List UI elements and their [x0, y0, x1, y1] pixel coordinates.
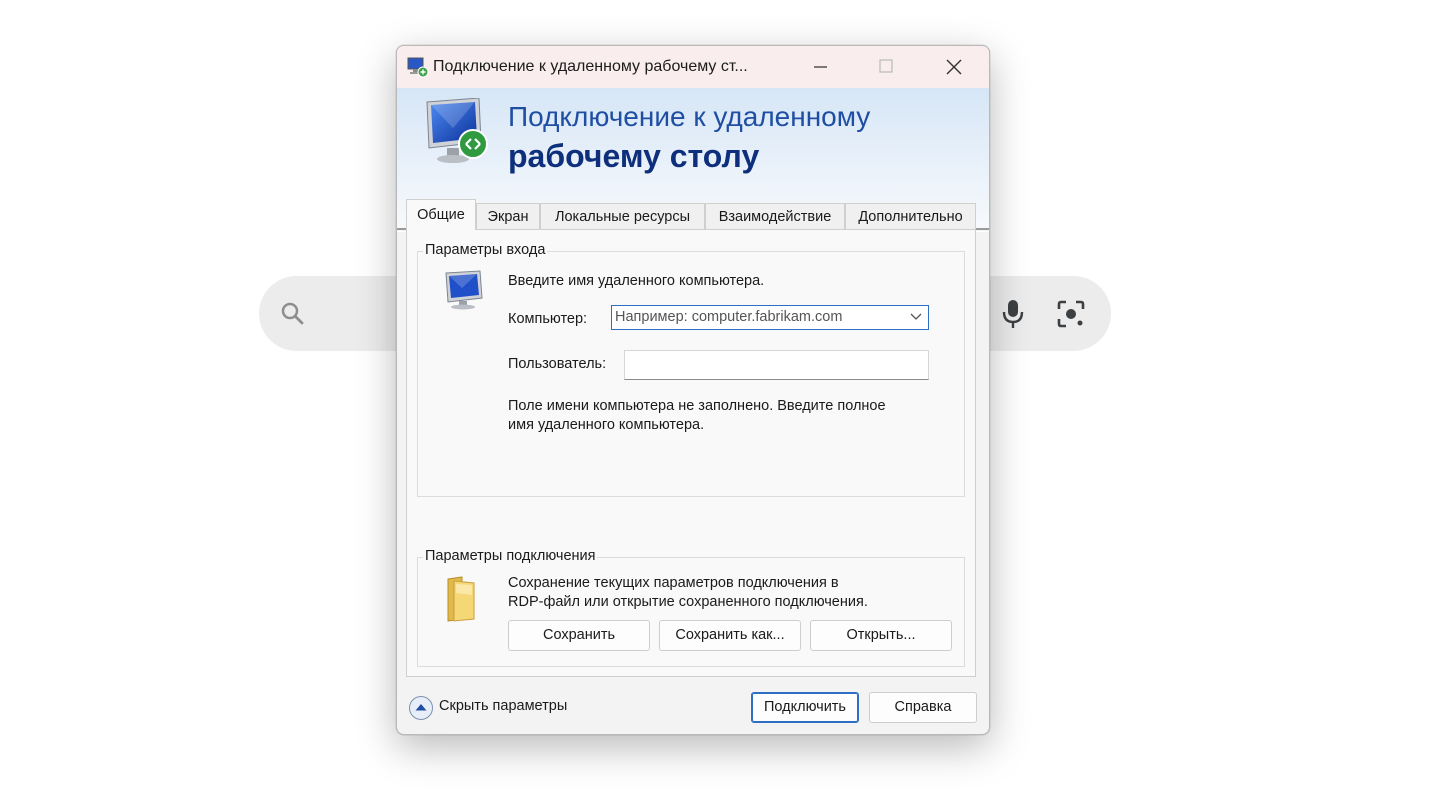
tab-experience[interactable]: Взаимодействие — [705, 203, 845, 229]
tab-display[interactable]: Экран — [476, 203, 540, 229]
chevron-down-icon[interactable] — [910, 313, 922, 321]
tab-general[interactable]: Общие — [406, 199, 476, 230]
camera-lens-icon[interactable] — [1056, 299, 1086, 329]
tab-advanced[interactable]: Дополнительно — [845, 203, 976, 229]
hint-line2: имя удаленного компьютера. — [508, 417, 705, 433]
user-field[interactable] — [624, 350, 929, 380]
user-label: Пользователь: — [508, 356, 607, 372]
collapse-options-icon[interactable] — [408, 695, 434, 721]
save-button[interactable]: Сохранить — [508, 620, 650, 651]
tab-panel-general: Параметры входа Введите имя удаленного к… — [406, 229, 976, 677]
tab-local-resources[interactable]: Локальные ресурсы — [540, 203, 705, 229]
help-button[interactable]: Справка — [869, 692, 977, 723]
remote-desktop-icon — [407, 57, 429, 78]
banner-title-line1: Подключение к удаленному — [508, 101, 871, 132]
title-bar[interactable]: Подключение к удаленному рабочему ст... — [397, 46, 989, 88]
connection-group-title: Параметры подключения — [423, 548, 598, 564]
remote-desktop-monitor-icon — [426, 98, 488, 163]
open-button[interactable]: Открыть... — [810, 620, 952, 651]
computer-combobox[interactable]: Например: computer.fabrikam.com — [611, 305, 929, 330]
close-icon[interactable] — [931, 46, 977, 88]
hide-options-link[interactable]: Скрыть параметры — [439, 698, 567, 714]
login-group-title: Параметры входа — [423, 242, 548, 258]
connection-desc-line1: Сохранение текущих параметров подключени… — [508, 575, 839, 591]
maximize-icon — [879, 59, 893, 73]
banner-title-line2: рабочему столу — [508, 138, 760, 174]
computer-label: Компьютер: — [508, 311, 588, 327]
login-settings-group: Параметры входа Введите имя удаленного к… — [417, 242, 965, 497]
login-prompt: Введите имя удаленного компьютера. — [508, 273, 765, 289]
minimize-icon[interactable] — [797, 46, 843, 88]
connect-button[interactable]: Подключить — [751, 692, 859, 723]
folder-icon — [447, 576, 475, 622]
computer-input[interactable]: Например: computer.fabrikam.com — [615, 309, 842, 325]
hint-line1: Поле имени компьютера не заполнено. Введ… — [508, 398, 886, 414]
save-as-button[interactable]: Сохранить как... — [659, 620, 801, 651]
connection-desc-line2: RDP-файл или открытие сохраненного подкл… — [508, 594, 868, 610]
microphone-icon[interactable] — [1000, 298, 1026, 330]
rdp-dialog-window: Подключение к удаленному рабочему ст... — [396, 45, 990, 735]
window-title: Подключение к удаленному рабочему ст... — [433, 58, 748, 75]
search-icon — [281, 302, 304, 325]
connection-settings-group: Параметры подключения Сохранение текущих… — [417, 548, 965, 667]
computer-icon — [445, 270, 483, 310]
